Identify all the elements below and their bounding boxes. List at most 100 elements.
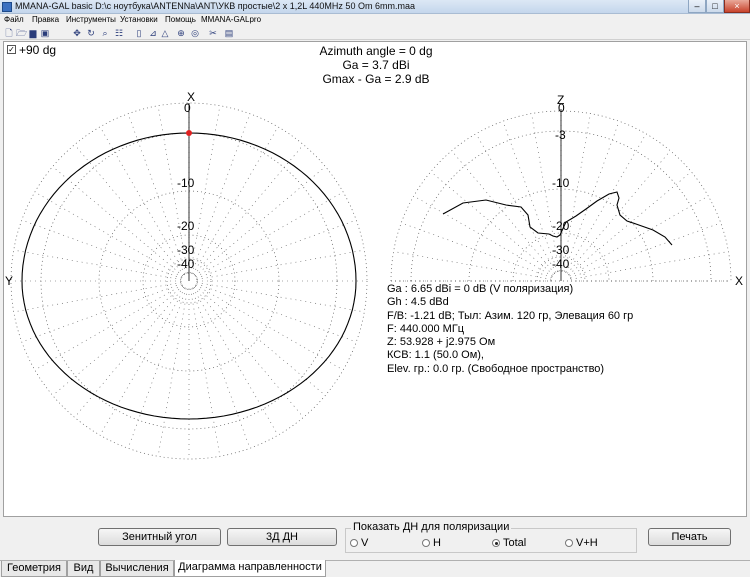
radio-total-label: Total [503, 537, 527, 549]
radio-v-label: V [361, 537, 369, 549]
result-impedance: Z: 53.928 + j2.975 Ом [387, 336, 496, 349]
right-ring-label-30: -30 [552, 243, 570, 257]
pattern-canvas: ✓ +90 dg Azimuth angle = 0 dg Ga = 3.7 d… [3, 41, 747, 517]
left-ring-label-40: -40 [177, 257, 195, 271]
elevation-grid-spoke [393, 251, 552, 280]
minimize-button[interactable]: – [688, 0, 706, 13]
right-ring-label-20: -20 [552, 219, 570, 233]
azimuth-grid-spoke [193, 144, 304, 276]
right-ring-label-10: -10 [552, 176, 570, 190]
calculator-icon[interactable]: ▤ [224, 28, 234, 38]
azimuth-grid-spoke [194, 166, 326, 277]
result-ga: Ga : 6.65 dBi = 0 dB (V поляризация) [387, 283, 574, 295]
print-button[interactable]: Печать [648, 528, 731, 546]
tab-strip: Геометрия Вид Вычисления Диаграмма напра… [0, 560, 750, 577]
polarization-label: Показать ДН для поляризации [351, 521, 512, 533]
azimuth-grid-spoke [196, 219, 357, 279]
radio-h[interactable]: H [422, 537, 441, 549]
azimuth-grid-spoke [127, 288, 187, 449]
save-icon[interactable]: ▆ [28, 28, 38, 38]
elevation-grid-spoke [569, 195, 709, 277]
window-title: MMANA-GAL basic D:\с ноутбука\ANTENNa\AN… [15, 1, 415, 11]
result-gh: Gh : 4.5 dBd [387, 296, 449, 309]
azimuth-grid-spoke [21, 219, 182, 279]
radio-total[interactable]: Total [492, 537, 526, 549]
crosshair-icon[interactable]: ⊕ [176, 28, 186, 38]
edit-icon[interactable]: ▯ [134, 28, 144, 38]
menu-file[interactable]: Файл [4, 15, 24, 24]
save-as-icon[interactable]: ▣ [40, 28, 50, 38]
max-gain-marker [186, 130, 192, 136]
new-file-icon[interactable]: 🗋 [4, 28, 14, 38]
azimuth-grid-spoke [193, 286, 304, 418]
azimuth-grid-spoke [13, 249, 182, 280]
azimuth-grid-spoke [191, 113, 251, 274]
title-bar: MMANA-GAL basic D:\с ноутбука\ANTENNa\AN… [0, 0, 750, 14]
tab-geometry[interactable]: Геометрия [1, 561, 67, 577]
elevation-grid-spoke [564, 121, 620, 272]
tab-view[interactable]: Вид [67, 561, 100, 577]
axis-x-label-right: X [735, 274, 743, 288]
result-elevation: Elev. гр.: 0.0 гр. (Свободное пространст… [387, 362, 605, 375]
open-folder-icon[interactable]: 🗁 [16, 28, 27, 38]
left-ring-label-20: -20 [177, 219, 195, 233]
azimuth-grid-spoke [52, 166, 184, 277]
polarization-group: Показать ДН для поляризации V H Total V+… [345, 521, 637, 553]
elevation-grid-spoke [413, 195, 553, 277]
azimuth-grid-spoke [74, 144, 185, 276]
axis-y-label: Y [5, 274, 13, 288]
azimuth-grid-spoke [190, 105, 221, 274]
rotate-icon[interactable]: ↻ [86, 28, 96, 38]
azimuth-grid-spoke [191, 288, 251, 449]
result-fb: F/B: -1.21 dB; Тыл: Азим. 120 гр, Элевац… [387, 309, 634, 322]
move-icon[interactable]: ✥ [72, 28, 82, 38]
right-ring-label-0: 0 [558, 101, 565, 115]
right-ring-label-40: -40 [552, 257, 570, 271]
azimuth-grid-spoke [196, 282, 365, 313]
menu-pro[interactable]: MMANA-GALpro [201, 15, 261, 24]
tab-calculations[interactable]: Вычисления [100, 561, 174, 577]
chart-icon[interactable]: ⊿ [148, 28, 158, 38]
result-swr: КСВ: 1.1 (50.0 Ом), [387, 349, 484, 362]
menu-tools[interactable]: Инструменты [66, 15, 116, 24]
radio-h-dot [422, 539, 430, 547]
elevation-grid-spoke [570, 251, 729, 280]
maximize-button[interactable]: □ [706, 0, 724, 13]
menu-edit[interactable]: Правка [32, 15, 59, 24]
zenith-angle-button[interactable]: Зенитный угол [98, 528, 221, 546]
3d-pattern-button[interactable]: 3Д ДН [227, 528, 337, 546]
close-button[interactable]: × [724, 0, 750, 13]
azimuth-grid-spoke [195, 284, 344, 371]
menu-help[interactable]: Помощь [165, 15, 196, 24]
azimuth-grid-spoke [195, 191, 344, 278]
azimuth-grid-spoke [13, 282, 182, 313]
left-ring-label-0: 0 [184, 101, 191, 115]
azimuth-grid-spoke [74, 286, 185, 418]
left-ring-label-30: -30 [177, 243, 195, 257]
elevation-grid-spoke [430, 171, 554, 275]
pattern-plots: X Y 0 -10 -20 -30 -40 Z X 0 -3 -10 -20 -… [5, 90, 743, 460]
radio-total-dot [492, 539, 500, 547]
zoom-icon[interactable]: ⌕ [100, 28, 110, 38]
radio-v[interactable]: V [350, 537, 368, 549]
elevation-grid-spoke [565, 133, 647, 273]
azimuth-grid-spoke [190, 288, 221, 457]
radio-v-dot [350, 539, 358, 547]
results-panel: Ga : 6.65 dBi = 0 dB (V поляризация) Gh … [387, 283, 633, 376]
menu-settings[interactable]: Установки [120, 15, 158, 24]
azimuth-grid [10, 102, 368, 460]
elevation-grid-spoke [502, 121, 558, 272]
grid-icon[interactable]: ☷ [114, 28, 124, 38]
tab-radiation-pattern[interactable]: Диаграмма направленности [174, 560, 326, 577]
azimuth-grid-spoke [34, 284, 183, 371]
elevation-grid-spoke [451, 150, 555, 274]
radio-vh[interactable]: V+H [565, 537, 598, 549]
left-ring-label-10: -10 [177, 176, 195, 190]
tools-icon[interactable]: ✂ [208, 28, 218, 38]
triangle-icon[interactable]: △ [160, 28, 170, 38]
result-frequency: F: 440.000 МГц [387, 322, 465, 335]
azimuth-grid-spoke [21, 283, 182, 343]
app-icon [2, 2, 12, 12]
target-icon[interactable]: ◎ [190, 28, 200, 38]
azimuth-grid-spoke [196, 249, 365, 280]
